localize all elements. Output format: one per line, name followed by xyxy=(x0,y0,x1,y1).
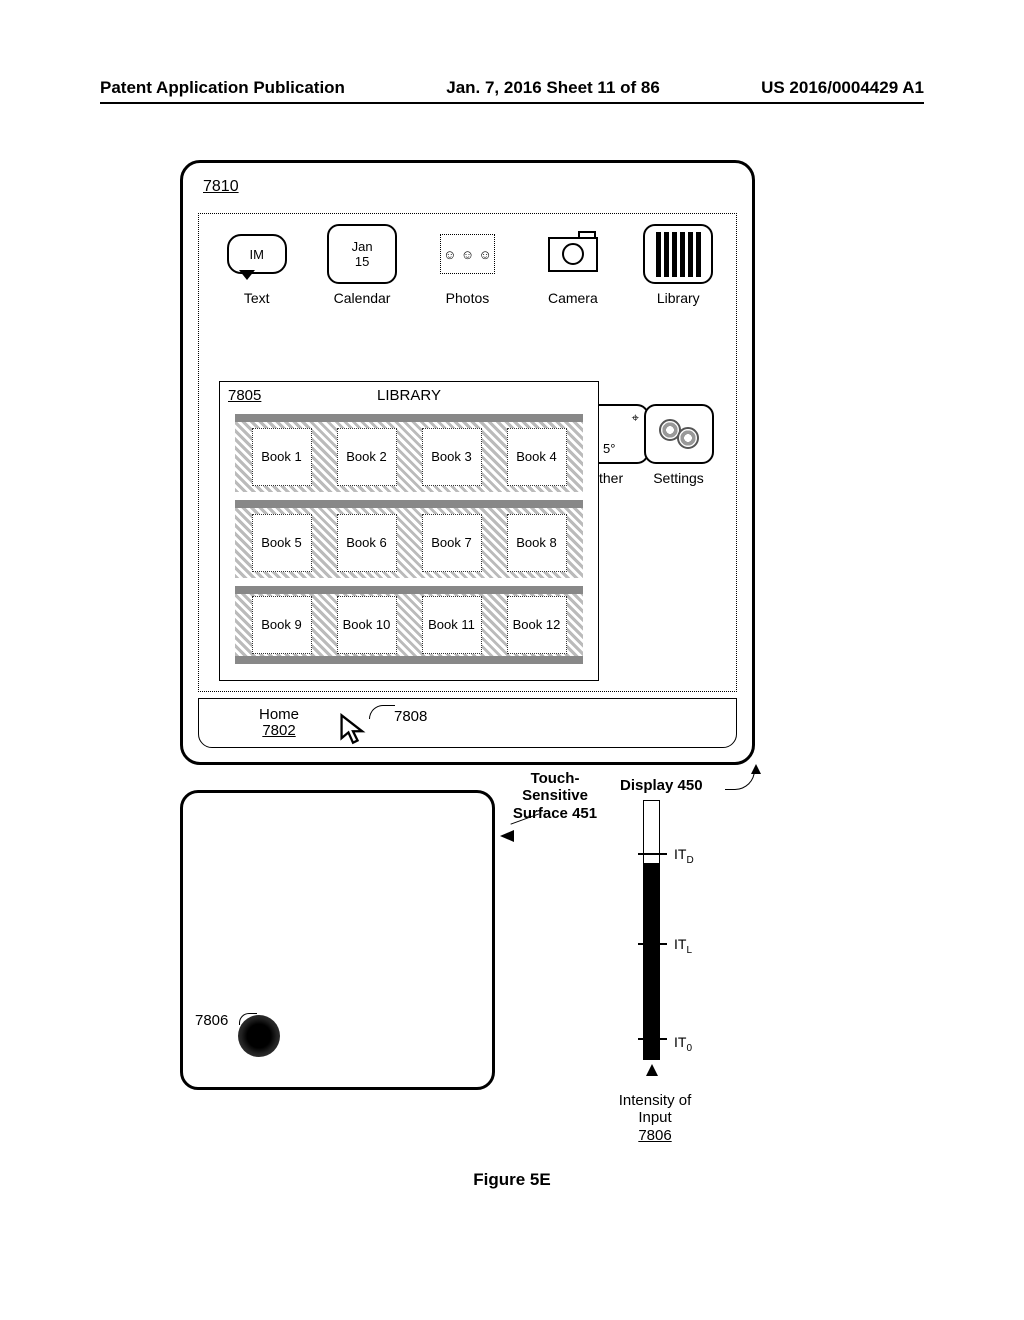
display-frame: 7810 IM Text Jan 15 Calendar xyxy=(180,160,755,765)
settings-icon xyxy=(644,404,714,464)
home-screen: IM Text Jan 15 Calendar ☺ ☺ ☺ xyxy=(198,213,737,692)
cal-day: 15 xyxy=(355,254,369,269)
ref-7806: 7806 xyxy=(195,1012,228,1029)
leader-line xyxy=(369,705,395,719)
book-item[interactable]: Book 9 xyxy=(252,596,312,654)
header-left: Patent Application Publication xyxy=(100,78,345,98)
intensity-bar xyxy=(643,800,660,1060)
book-item[interactable]: Book 2 xyxy=(337,428,397,486)
smiley-icon: ☺ xyxy=(478,247,491,262)
cal-month: Jan xyxy=(352,239,373,254)
app-row-2-right: Settings xyxy=(631,404,726,486)
app-label: Calendar xyxy=(334,290,391,306)
smiley-icon: ☺ xyxy=(461,247,474,262)
label-display: Display 450 xyxy=(620,777,703,794)
dock: Home 7802 7808 xyxy=(198,698,737,748)
ref-7808: 7808 xyxy=(394,708,427,725)
photos-icon: ☺ ☺ ☺ xyxy=(432,224,502,284)
shelf-row: Book 1 Book 2 Book 3 Book 4 xyxy=(235,414,583,492)
header-rule xyxy=(100,102,924,104)
touch-sensitive-surface[interactable]: 7806 xyxy=(180,790,495,1090)
arrow-icon xyxy=(500,830,514,842)
app-settings[interactable]: Settings xyxy=(631,404,726,486)
header-center: Jan. 7, 2016 Sheet 11 of 86 xyxy=(446,78,660,98)
book-item[interactable]: Book 4 xyxy=(507,428,567,486)
tick-mark xyxy=(638,1038,667,1040)
shelf-row: Book 9 Book 10 Book 11 Book 12 xyxy=(235,586,583,664)
library-icon xyxy=(643,224,713,284)
home-label-num: 7802 xyxy=(262,722,295,739)
im-icon: IM xyxy=(222,224,292,284)
library-title: LIBRARY xyxy=(220,387,598,404)
cursor-icon xyxy=(339,713,367,745)
tick-mark xyxy=(638,943,667,945)
camera-icon xyxy=(538,224,608,284)
tick-label-itl: ITL xyxy=(674,936,692,956)
header-right: US 2016/0004429 A1 xyxy=(761,78,924,98)
label-intensity: Intensity ofInput7806 xyxy=(600,1092,710,1144)
app-label: Camera xyxy=(548,290,598,306)
bookshelf: Book 1 Book 2 Book 3 Book 4 Book 5 Book … xyxy=(235,410,583,668)
smiley-icon: ☺ xyxy=(443,247,456,262)
arrow-icon xyxy=(751,764,761,774)
book-item[interactable]: Book 8 xyxy=(507,514,567,572)
weather-temp: 5° xyxy=(603,441,615,456)
app-label: Photos xyxy=(446,290,490,306)
book-item[interactable]: Book 11 xyxy=(422,596,482,654)
app-label: Library xyxy=(657,290,700,306)
shelf-row: Book 5 Book 6 Book 7 Book 8 xyxy=(235,500,583,578)
app-text[interactable]: IM Text xyxy=(209,224,304,306)
book-item[interactable]: Book 12 xyxy=(507,596,567,654)
tick-mark xyxy=(638,853,667,855)
home-label-text: Home xyxy=(259,706,299,723)
app-label: Settings xyxy=(653,470,704,486)
book-item[interactable]: Book 3 xyxy=(422,428,482,486)
ref-7810: 7810 xyxy=(203,178,239,196)
app-library[interactable]: Library xyxy=(631,224,726,306)
touch-contact-point xyxy=(238,1015,280,1057)
book-item[interactable]: Book 5 xyxy=(252,514,312,572)
calendar-icon: Jan 15 xyxy=(327,224,397,284)
im-text: IM xyxy=(249,247,263,262)
intensity-fill xyxy=(644,863,659,1059)
gear-icon xyxy=(677,427,699,449)
book-item[interactable]: Book 7 xyxy=(422,514,482,572)
book-item[interactable]: Book 10 xyxy=(337,596,397,654)
book-item[interactable]: Book 6 xyxy=(337,514,397,572)
app-calendar[interactable]: Jan 15 Calendar xyxy=(315,224,410,306)
app-label: Text xyxy=(244,290,270,306)
home-button[interactable]: Home 7802 xyxy=(259,707,299,740)
app-camera[interactable]: Camera xyxy=(525,224,620,306)
arrow-icon xyxy=(646,1064,658,1076)
book-item[interactable]: Book 1 xyxy=(252,428,312,486)
label-touch-surface: Touch-SensitiveSurface 451 xyxy=(510,770,600,822)
tick-label-itd: ITD xyxy=(674,846,694,866)
page-header: Patent Application Publication Jan. 7, 2… xyxy=(0,78,1024,98)
tick-label-it0: IT0 xyxy=(674,1034,692,1054)
figure-caption: Figure 5E xyxy=(0,1170,1024,1190)
app-photos[interactable]: ☺ ☺ ☺ Photos xyxy=(420,224,515,306)
library-preview-popup[interactable]: 7805 LIBRARY Book 1 Book 2 Book 3 Book 4… xyxy=(219,381,599,681)
app-row-1: IM Text Jan 15 Calendar ☺ ☺ ☺ xyxy=(199,214,736,311)
